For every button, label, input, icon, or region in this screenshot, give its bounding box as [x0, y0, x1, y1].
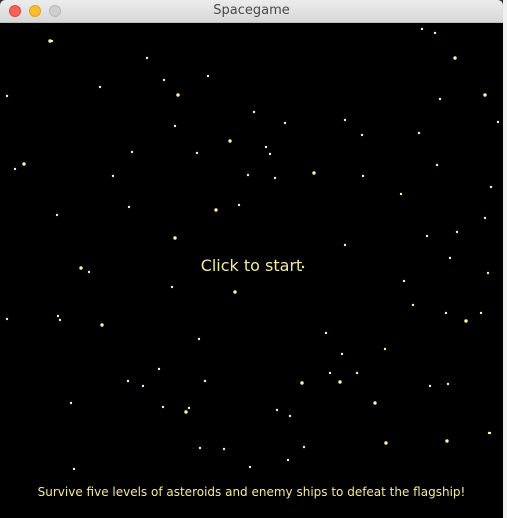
- star: [126, 379, 130, 383]
- star: [435, 163, 439, 167]
- star: [324, 331, 328, 335]
- star: [300, 381, 304, 385]
- star: [5, 317, 9, 321]
- star: [483, 93, 487, 97]
- star: [399, 192, 403, 196]
- star: [130, 150, 134, 154]
- star: [483, 216, 487, 220]
- star: [338, 380, 342, 384]
- star: [214, 208, 218, 212]
- star: [275, 408, 279, 412]
- star: [288, 414, 292, 418]
- star: [228, 139, 232, 143]
- star: [56, 314, 60, 318]
- star: [343, 118, 347, 122]
- star: [69, 401, 73, 405]
- star: [127, 205, 131, 209]
- star: [445, 439, 449, 443]
- star: [170, 285, 174, 289]
- game-canvas[interactable]: Click to start Survive five levels of as…: [0, 23, 503, 518]
- star: [184, 410, 188, 414]
- star: [273, 176, 277, 180]
- star: [286, 458, 290, 462]
- star: [98, 85, 102, 89]
- star: [246, 173, 250, 177]
- star: [50, 39, 54, 43]
- star: [173, 124, 177, 128]
- star: [360, 133, 364, 137]
- star: [187, 406, 191, 410]
- star: [488, 431, 492, 435]
- star: [173, 236, 177, 240]
- star: [417, 131, 421, 135]
- star: [5, 94, 9, 98]
- star: [252, 110, 256, 114]
- star: [222, 447, 226, 451]
- star: [198, 446, 202, 450]
- star: [237, 203, 241, 207]
- star: [402, 279, 406, 283]
- star: [283, 121, 287, 125]
- star: [141, 384, 145, 388]
- star: [438, 97, 442, 101]
- star: [203, 379, 207, 383]
- star: [157, 367, 161, 371]
- star: [162, 78, 166, 82]
- star: [373, 401, 377, 405]
- background-app-strip: [503, 0, 507, 518]
- star: [433, 31, 437, 35]
- window-title: Spacegame: [213, 3, 290, 18]
- title-bar[interactable]: Spacegame: [0, 0, 503, 23]
- star: [176, 93, 180, 97]
- star: [453, 56, 457, 60]
- star: [343, 243, 347, 247]
- star: [206, 74, 210, 78]
- star: [264, 145, 268, 149]
- star: [195, 151, 199, 155]
- click-to-start-prompt[interactable]: Click to start: [0, 256, 503, 275]
- star: [233, 290, 237, 294]
- star: [361, 174, 365, 178]
- star: [489, 185, 493, 189]
- star: [384, 441, 388, 445]
- star: [161, 405, 165, 409]
- star: [111, 174, 115, 178]
- star: [302, 445, 306, 449]
- star: [13, 167, 17, 171]
- star: [100, 323, 104, 327]
- star: [197, 337, 201, 341]
- star: [22, 162, 26, 166]
- star: [446, 382, 450, 386]
- star: [268, 152, 272, 156]
- star: [411, 303, 415, 307]
- star: [55, 213, 59, 217]
- game-tagline: Survive five levels of asteroids and ene…: [37, 485, 466, 499]
- star: [248, 465, 252, 469]
- star: [496, 120, 500, 124]
- star: [58, 318, 62, 322]
- star: [383, 347, 387, 351]
- game-window: Spacegame Click to start Survive five le…: [0, 0, 503, 518]
- star: [420, 27, 424, 31]
- star: [340, 352, 344, 356]
- star: [355, 371, 359, 375]
- star: [328, 371, 332, 375]
- star: [444, 311, 448, 315]
- star: [145, 56, 149, 60]
- star: [312, 171, 316, 175]
- star: [464, 319, 468, 323]
- star: [425, 234, 429, 238]
- star: [479, 311, 483, 315]
- star: [72, 467, 76, 471]
- star: [428, 384, 432, 388]
- star: [455, 230, 459, 234]
